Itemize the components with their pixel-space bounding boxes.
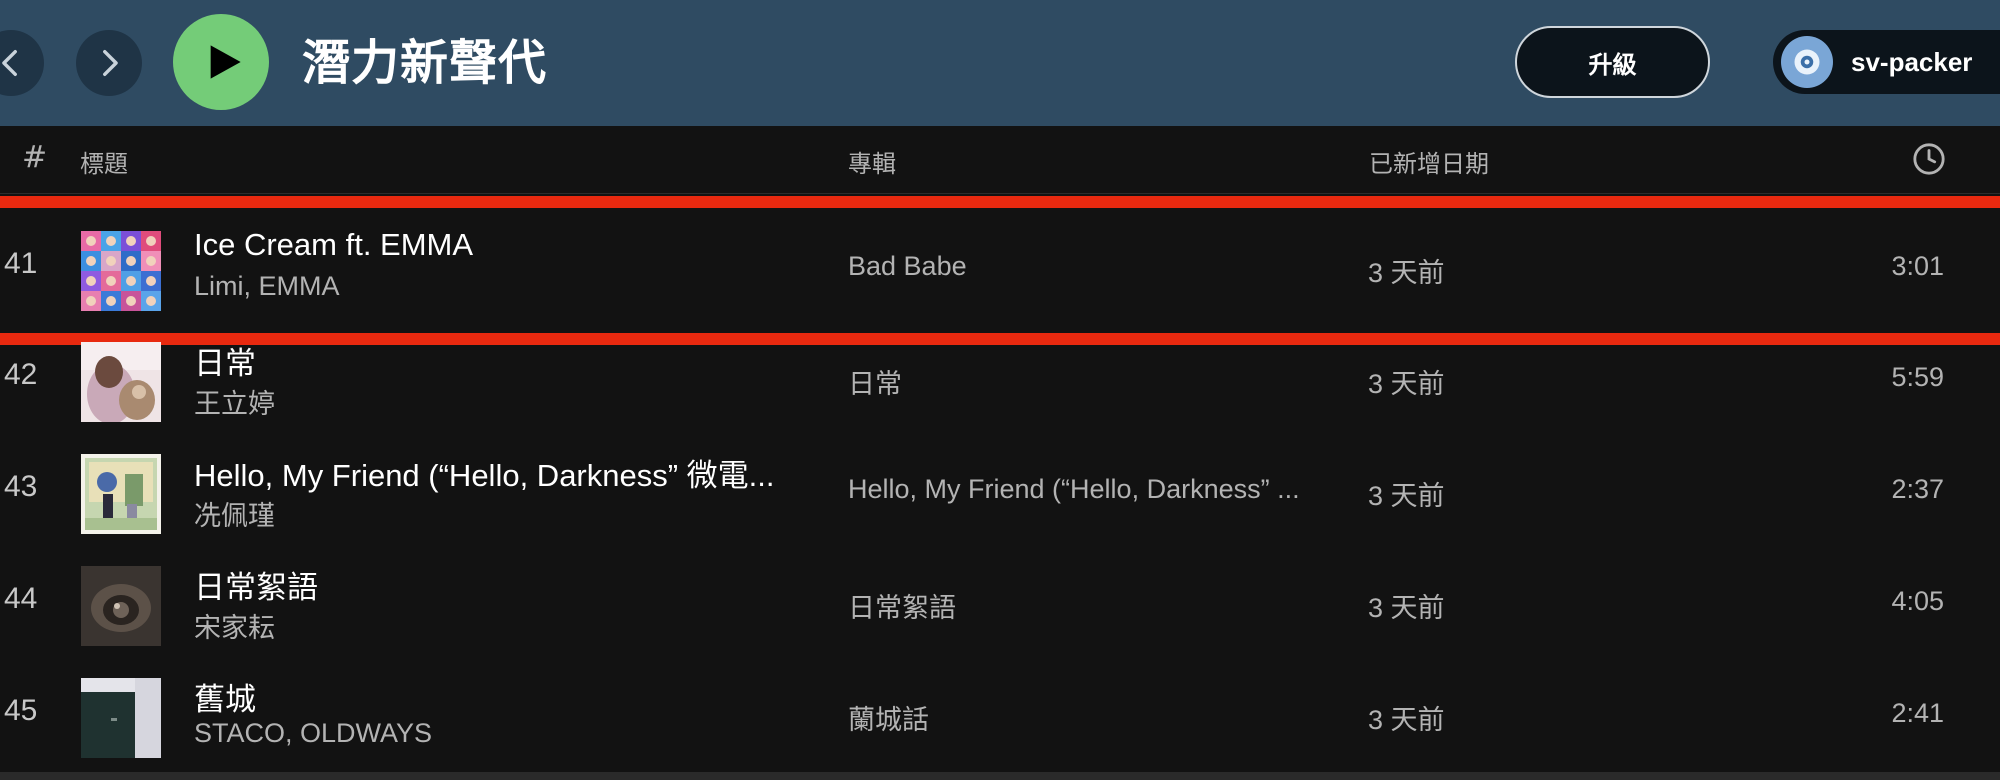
track-row[interactable]: 41 Ice Cream ft. EMMA Limi, EMMA Bad Bab… [0, 215, 2000, 325]
track-title[interactable]: 舊城 [194, 674, 804, 719]
track-album[interactable]: 日常絮語 [848, 586, 1328, 625]
column-date-added[interactable]: 已新增日期 [1369, 144, 1489, 179]
page-title: 潛力新聲代 [302, 35, 548, 91]
album-cover [81, 566, 161, 646]
track-title[interactable]: Hello, My Friend (“Hello, Darkness” 微電..… [194, 450, 804, 495]
chevron-left-icon [2, 49, 17, 77]
track-row[interactable]: 44 日常絮語 宋家耘 日常絮語 3 天前 4:05 [0, 550, 2000, 660]
track-album[interactable]: Bad Babe [848, 251, 1328, 282]
track-date-added: 3 天前 [1368, 258, 1445, 288]
top-bar: 潛力新聲代 升級 sv-packer [0, 0, 2000, 126]
track-duration: 2:41 [1891, 698, 1944, 728]
upgrade-button[interactable]: 升級 [1515, 26, 1710, 98]
chevron-right-icon [103, 49, 118, 77]
track-duration: 3:01 [1891, 251, 1944, 281]
column-album[interactable]: 專輯 [848, 144, 896, 179]
album-cover [81, 231, 161, 311]
user-menu-button[interactable]: sv-packer [1773, 30, 2000, 94]
track-date-added: 3 天前 [1368, 481, 1445, 511]
user-avatar-icon [1794, 49, 1820, 75]
album-cover [81, 454, 161, 534]
track-number: 45 [4, 694, 38, 727]
track-title[interactable]: 日常絮語 [194, 562, 804, 607]
track-album[interactable]: Hello, My Friend (“Hello, Darkness” ... [848, 474, 1328, 505]
track-list-header: # 標題 專輯 已新增日期 [0, 126, 2000, 194]
track-number: 43 [4, 470, 38, 503]
album-cover [81, 342, 161, 422]
track-album[interactable]: 蘭城話 [848, 698, 1328, 737]
track-title[interactable]: 日常 [194, 338, 804, 383]
column-number: # [22, 140, 48, 175]
track-duration: 2:37 [1891, 474, 1944, 504]
track-artist[interactable]: Limi, EMMA [194, 271, 340, 302]
track-date-added: 3 天前 [1368, 593, 1445, 623]
track-duration: 4:05 [1891, 586, 1944, 616]
bottom-divider [0, 772, 2000, 780]
track-artist[interactable]: 冼佩瑾 [194, 494, 275, 533]
track-duration: 5:59 [1891, 362, 1944, 392]
track-number: 41 [4, 247, 38, 280]
track-artist[interactable]: 宋家耘 [194, 606, 275, 645]
play-icon [210, 45, 241, 79]
column-title[interactable]: 標題 [80, 144, 128, 179]
album-cover [81, 678, 161, 758]
clock-icon[interactable] [1912, 142, 1946, 176]
back-button[interactable] [0, 30, 44, 96]
track-number: 42 [4, 358, 38, 391]
track-date-added: 3 天前 [1368, 369, 1445, 399]
track-artist[interactable]: 王立婷 [194, 382, 275, 421]
user-name: sv-packer [1851, 46, 1973, 77]
track-date-added: 3 天前 [1368, 705, 1445, 735]
track-number: 44 [4, 582, 38, 615]
track-artist[interactable]: STACO, OLDWAYS [194, 718, 432, 749]
track-row[interactable]: 43 Hello, My Friend (“Hello, Darkness” 微… [0, 438, 2000, 548]
track-row[interactable]: 42 日常 王立婷 日常 3 天前 5:59 [0, 326, 2000, 436]
track-album[interactable]: 日常 [848, 362, 1328, 401]
play-button[interactable] [173, 14, 269, 110]
avatar [1781, 36, 1833, 88]
forward-button[interactable] [76, 30, 142, 96]
track-row[interactable]: 45 舊城 STACO, OLDWAYS 蘭城話 3 天前 2:41 [0, 662, 2000, 772]
highlight-line-top [0, 196, 2000, 208]
track-title[interactable]: Ice Cream ft. EMMA [194, 227, 804, 263]
